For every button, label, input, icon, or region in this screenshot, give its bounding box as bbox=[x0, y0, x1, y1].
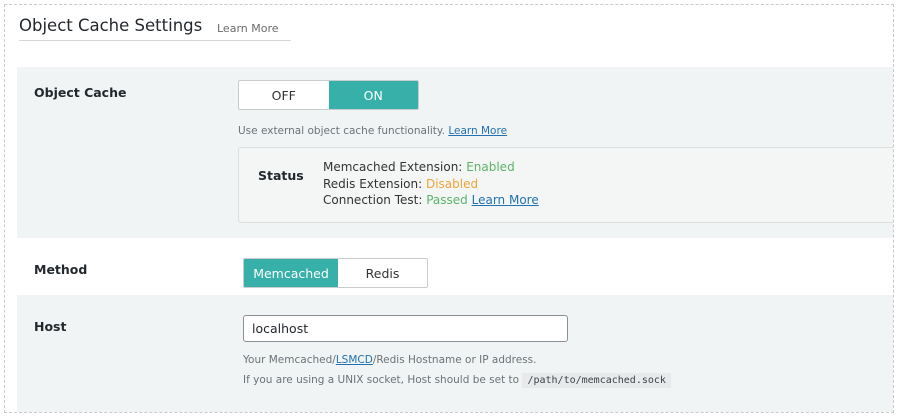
status-redis-value: Disabled bbox=[425, 177, 479, 191]
method-toggle: Memcached Redis bbox=[243, 258, 428, 288]
lsmcd-link[interactable]: LSMCD bbox=[336, 354, 373, 366]
status-connection-test: Connection Test: Passed Learn More bbox=[323, 193, 539, 207]
status-connection-value: Passed bbox=[426, 193, 468, 207]
header-learn-more-link[interactable]: Learn More bbox=[217, 22, 279, 35]
page-title: Object Cache Settings bbox=[19, 16, 203, 35]
status-memcached-name: Memcached Extension: bbox=[323, 160, 463, 174]
socket-path-code: /path/to/memcached.sock bbox=[522, 373, 671, 388]
host-hint-after: /Redis Hostname or IP address. bbox=[372, 354, 537, 366]
object-cache-description-text: Use external object cache functionality. bbox=[238, 125, 445, 137]
object-cache-off-button[interactable]: OFF bbox=[239, 81, 329, 109]
status-box: Status Memcached Extension: Enabled Redi… bbox=[238, 147, 893, 223]
socket-hint-text: If you are using a UNIX socket, Host sho… bbox=[243, 374, 520, 386]
host-row: Host Your Memcached/LSMCD/Redis Hostname… bbox=[17, 295, 893, 412]
host-label: Host bbox=[34, 319, 67, 334]
settings-panel: Object Cache Settings Learn More Object … bbox=[4, 4, 894, 413]
section-header: Object Cache Settings Learn More bbox=[19, 16, 291, 41]
status-redis-extension: Redis Extension: Disabled bbox=[323, 177, 478, 191]
host-hint-before: Your Memcached/ bbox=[243, 354, 336, 366]
method-redis-button[interactable]: Redis bbox=[338, 259, 427, 287]
object-cache-row: Object Cache OFF ON Use external object … bbox=[17, 67, 893, 238]
status-label: Status bbox=[258, 168, 304, 183]
object-cache-learn-more-link[interactable]: Learn More bbox=[448, 125, 507, 137]
object-cache-on-button[interactable]: ON bbox=[328, 81, 418, 109]
method-row: Method Memcached Redis bbox=[17, 238, 893, 295]
object-cache-description: Use external object cache functionality.… bbox=[238, 125, 507, 137]
object-cache-label: Object Cache bbox=[34, 85, 127, 100]
host-input[interactable] bbox=[243, 315, 568, 342]
status-learn-more-link[interactable]: Learn More bbox=[472, 193, 539, 207]
method-memcached-button[interactable]: Memcached bbox=[244, 259, 338, 287]
socket-hint: If you are using a UNIX socket, Host sho… bbox=[243, 373, 671, 388]
host-hint: Your Memcached/LSMCD/Redis Hostname or I… bbox=[243, 354, 536, 366]
status-memcached-value: Enabled bbox=[466, 160, 515, 174]
status-connection-name: Connection Test: bbox=[323, 193, 423, 207]
object-cache-toggle: OFF ON bbox=[238, 80, 419, 110]
method-label: Method bbox=[34, 262, 88, 277]
status-memcached-extension: Memcached Extension: Enabled bbox=[323, 160, 515, 174]
status-redis-name: Redis Extension: bbox=[323, 177, 423, 191]
